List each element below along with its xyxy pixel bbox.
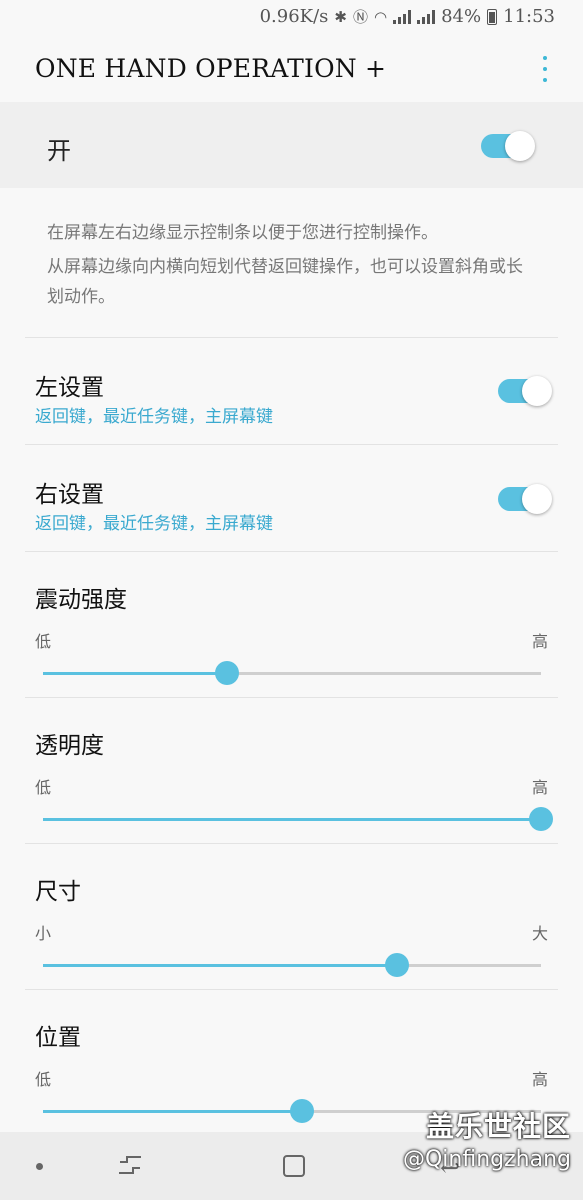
network-speed: 0.96K/s	[259, 6, 329, 27]
wifi-icon: ◠	[374, 7, 388, 26]
position-title: 位置	[35, 1025, 81, 1051]
watermark-line-1: 盖乐世社区	[425, 1110, 571, 1143]
bluetooth-icon: ✱	[334, 7, 347, 26]
divider	[25, 444, 558, 445]
right-setting-toggle[interactable]	[498, 484, 552, 514]
app-bar: ONE HAND OPERATION +	[0, 36, 583, 102]
left-setting-title: 左设置	[35, 375, 104, 401]
transparency-slider[interactable]	[43, 807, 553, 831]
recent-apps-icon[interactable]	[117, 1154, 143, 1176]
nav-dot-icon[interactable]	[36, 1163, 43, 1170]
vibration-slider-thumb[interactable]	[215, 661, 240, 685]
divider	[25, 697, 558, 698]
battery-percent: 84%	[441, 6, 482, 27]
vibration-slider[interactable]	[43, 661, 541, 685]
size-low-label: 小	[35, 924, 52, 943]
left-setting-subtitle: 返回键，最近任务键，主屏幕键	[35, 407, 273, 427]
4g-signal-icon	[393, 9, 412, 24]
transparency-title: 透明度	[35, 733, 104, 759]
right-setting-subtitle: 返回键，最近任务键，主屏幕键	[35, 514, 273, 534]
description-line-2: 从屏幕边缘向内横向短划代替返回键操作，也可以设置斜角或长划动作。	[47, 257, 523, 307]
master-switch-label: 开	[47, 137, 71, 165]
position-low-label: 低	[35, 1070, 52, 1089]
divider	[25, 989, 558, 990]
master-switch-row[interactable]: 开	[0, 102, 583, 188]
status-icons: 0.96K/s ✱ Ⓝ ◠ 84% 11:53	[260, 6, 555, 27]
position-slider-thumb[interactable]	[289, 1099, 314, 1123]
size-high-label: 大	[531, 924, 548, 943]
transparency-high-label: 高	[531, 778, 548, 797]
clock: 11:53	[503, 6, 555, 27]
transparency-slider-thumb[interactable]	[529, 807, 553, 831]
right-setting-title: 右设置	[35, 482, 104, 508]
vibration-high-label: 高	[531, 632, 548, 651]
divider	[25, 551, 558, 552]
vibration-title: 震动强度	[35, 587, 127, 613]
status-bar: 0.96K/s ✱ Ⓝ ◠ 84% 11:53	[0, 0, 583, 36]
divider	[25, 843, 558, 844]
page-title: ONE HAND OPERATION +	[35, 54, 387, 83]
description-line-1: 在屏幕左右边缘显示控制条以便于您进行控制操作。	[47, 223, 438, 243]
2g-signal-icon	[417, 9, 436, 24]
size-slider[interactable]	[43, 953, 541, 977]
master-toggle[interactable]	[481, 131, 535, 161]
vibration-low-label: 低	[35, 632, 52, 651]
nfc-icon: Ⓝ	[353, 8, 369, 26]
size-slider-thumb[interactable]	[384, 953, 409, 977]
size-title: 尺寸	[35, 879, 81, 905]
battery-icon	[487, 8, 498, 25]
position-high-label: 高	[531, 1070, 548, 1089]
transparency-low-label: 低	[35, 778, 52, 797]
divider	[25, 337, 558, 338]
more-vert-icon[interactable]	[539, 56, 551, 82]
description: 在屏幕左右边缘显示控制条以便于您进行控制操作。 从屏幕边缘向内横向短划代替返回键…	[47, 218, 527, 316]
watermark-line-2: @Qinfingzhang	[402, 1147, 571, 1172]
watermark: 盖乐世社区 @Qinfingzhang	[403, 1105, 571, 1172]
home-icon[interactable]	[283, 1155, 305, 1177]
left-setting-toggle[interactable]	[498, 376, 552, 406]
